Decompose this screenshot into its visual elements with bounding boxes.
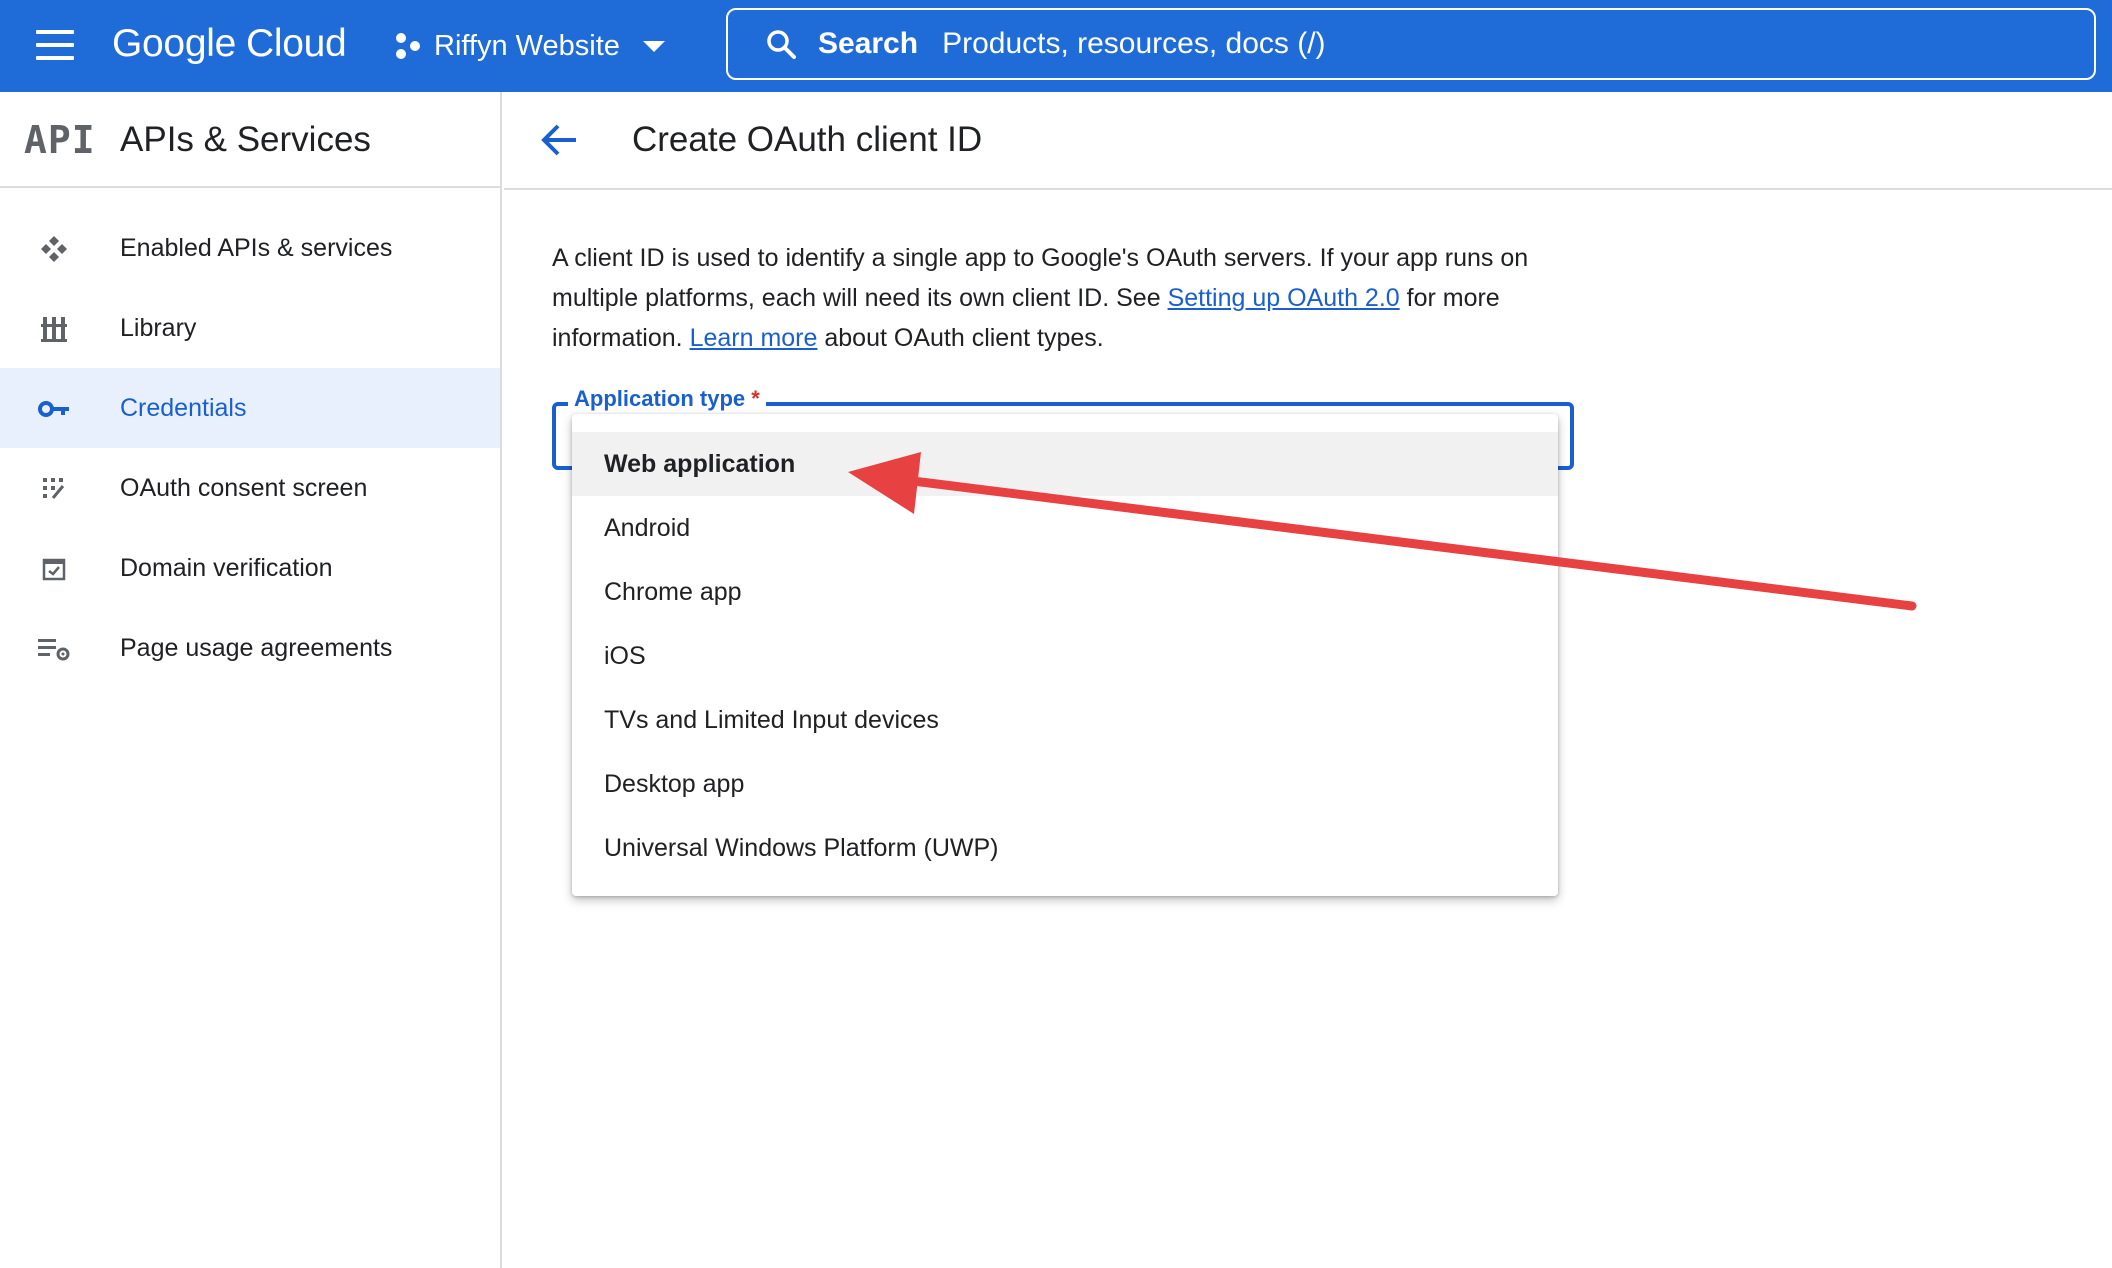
sidebar-item-page-usage[interactable]: Page usage agreements [0,608,500,688]
search-placeholder: Products, resources, docs (/) [942,27,1326,60]
top-bar: Google Cloud Riffyn Website Search Produ… [0,0,2112,92]
sidebar-item-label: Library [120,313,197,342]
brand-cloud: Cloud [245,22,347,65]
sidebar-item-label: Page usage agreements [120,633,393,662]
search-icon [767,30,796,59]
project-icon [396,33,420,59]
intro-text: A client ID is used to identify a single… [552,238,1592,358]
back-arrow-icon[interactable] [540,122,578,158]
intro-text-part: about OAuth client types. [817,324,1104,352]
sidebar-nav: Enabled APIs & services Library Credenti… [0,188,500,688]
sidebar-item-label: Enabled APIs & services [120,233,393,262]
page-title: Create OAuth client ID [632,120,983,159]
setting-up-oauth-link[interactable]: Setting up OAuth 2.0 [1168,284,1400,312]
content-header: Create OAuth client ID [504,92,2112,190]
sidebar-item-domain-verification[interactable]: Domain verification [0,528,500,608]
key-icon [38,394,70,424]
sidebar-header: API APIs & Services [0,92,500,188]
google-cloud-logo[interactable]: Google Cloud [112,18,347,70]
search-input[interactable]: Search Products, resources, docs (/) [726,8,2096,80]
application-type-label: Application type * [568,386,766,412]
option-chrome-app[interactable]: Chrome app [572,560,1558,624]
search-label: Search [818,27,919,60]
learn-more-link[interactable]: Learn more [690,324,818,352]
page-usage-icon [38,634,70,664]
sidebar-item-enabled-apis[interactable]: Enabled APIs & services [0,208,500,288]
sidebar-item-library[interactable]: Library [0,288,500,368]
sidebar-item-label: OAuth consent screen [120,473,368,502]
chevron-down-icon [642,41,665,52]
required-mark: * [751,386,760,411]
option-android[interactable]: Android [572,496,1558,560]
option-uwp[interactable]: Universal Windows Platform (UWP) [572,816,1558,880]
library-icon [38,314,70,344]
project-picker[interactable]: Riffyn Website [394,22,666,70]
api-logo: API [24,118,96,162]
sidebar-item-oauth-consent[interactable]: OAuth consent screen [0,448,500,528]
sidebar-title[interactable]: APIs & Services [120,120,371,160]
oauth-consent-icon [38,474,70,504]
field-label-text: Application type [574,386,746,411]
option-ios[interactable]: iOS [572,624,1558,688]
sidebar: API APIs & Services Enabled APIs & servi… [0,92,502,1268]
option-tvs-limited-input[interactable]: TVs and Limited Input devices [572,688,1558,752]
option-web-application[interactable]: Web application [572,432,1558,496]
sidebar-item-label: Domain verification [120,553,333,582]
brand-google: Google [112,22,236,65]
option-desktop-app[interactable]: Desktop app [572,752,1558,816]
sidebar-item-label: Credentials [120,393,247,422]
application-type-dropdown: Web application Android Chrome app iOS T… [572,414,1558,896]
sidebar-item-credentials[interactable]: Credentials [0,368,500,448]
main-menu-icon[interactable] [36,30,74,60]
enabled-apis-icon [38,234,70,264]
project-name: Riffyn Website [434,29,620,62]
domain-verification-icon [38,554,70,584]
